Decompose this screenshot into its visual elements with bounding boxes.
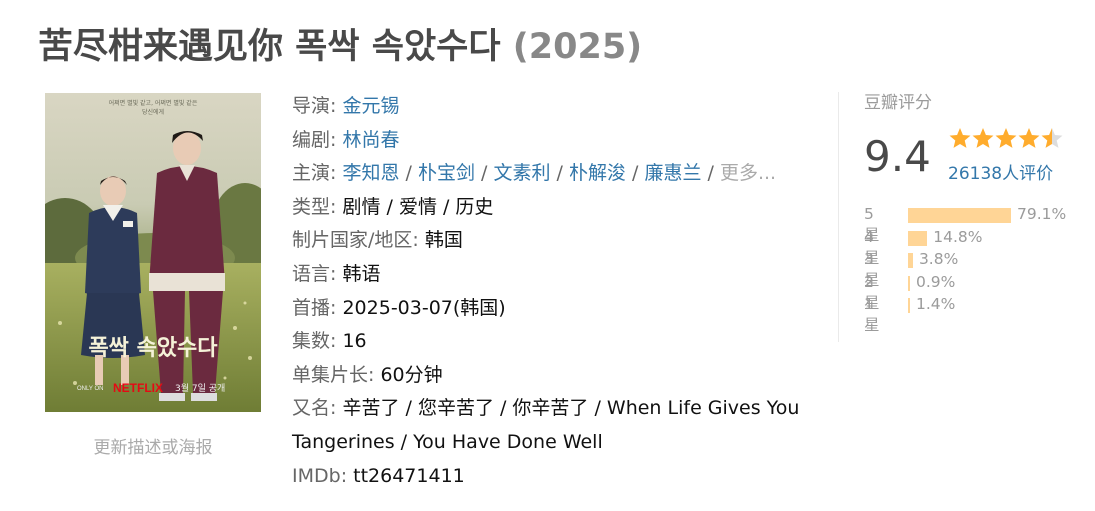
episodes-value: 16 — [342, 330, 367, 353]
rating-star-4 — [1018, 128, 1040, 148]
rating-panel: 豆瓣评分 9.4 26138人评价 5星 79.1% 4星 14.8% 3星 3.8% 2星… — [864, 88, 1079, 334]
rating-star-5 — [1041, 128, 1063, 148]
rating-bar — [908, 298, 910, 313]
cast-more-link[interactable]: 更多... — [720, 162, 776, 184]
country-value: 韩国 — [424, 229, 463, 252]
rating-bar-percent: 79.1% — [1017, 205, 1067, 223]
poster-netflix-logo: NETFLIX — [113, 381, 163, 395]
aka-row: 又名: 辛苦了 / 您辛苦了 / 你辛苦了 / When Life Gives … — [292, 397, 800, 453]
director-link[interactable]: 金元锡 — [342, 95, 399, 117]
episodes-label: 集数 — [292, 330, 331, 353]
episodes-row: 集数: 16 — [292, 330, 367, 353]
rating-bar — [908, 275, 910, 291]
rating-bar-label: 1星 — [864, 295, 880, 334]
imdb-value: tt26471411 — [353, 464, 465, 487]
rating-votes-link[interactable]: 26138人评价 — [948, 159, 1053, 184]
update-description-link[interactable]: 更新描述或海报 — [45, 433, 261, 458]
director-label: 导演 — [292, 95, 331, 117]
poster-korean-title: 폭싹 속았수다 — [88, 335, 218, 361]
premiere-row: 首播: 2025-03-07(韩国) — [292, 296, 506, 319]
rating-bar-percent: 3.8% — [918, 250, 959, 268]
rating-stars-icon — [948, 126, 1068, 156]
country-row: 制片国家/地区: 韩国 — [292, 229, 463, 252]
premiere-value: 2025-03-07(韩国) — [342, 296, 506, 319]
cast-link-1[interactable]: 李知恩 — [342, 162, 399, 184]
imdb-row: IMDb: tt26471411 — [292, 464, 465, 487]
runtime-row: 单集片长: 60分钟 — [292, 363, 443, 386]
director-row: 导演: 金元锡 — [292, 95, 400, 117]
rating-bar-percent: 0.9% — [916, 272, 956, 291]
genre-label: 类型 — [292, 195, 331, 218]
poster-tagline-2: 당신에게 — [142, 108, 164, 116]
language-value: 韩语 — [342, 262, 381, 285]
rating-bar-percent: 1.4% — [916, 295, 956, 313]
aka-label: 又名 — [292, 397, 331, 420]
rating-label: 豆瓣评分 — [864, 93, 932, 113]
runtime-value: 60分钟 — [380, 363, 443, 386]
cast-link-5[interactable]: 廉惠兰 — [644, 162, 701, 184]
writer-label: 编剧 — [292, 128, 331, 151]
writer-link[interactable]: 林尚春 — [342, 129, 399, 151]
country-label: 制片国家/地区 — [292, 229, 413, 252]
title-name: 苦尽柑来遇见你 폭싹 속았수다 — [38, 27, 501, 67]
cast-label: 主演 — [292, 162, 331, 185]
imdb-label: IMDb — [292, 464, 341, 487]
writer-row: 编剧: 林尚春 — [292, 128, 400, 151]
rating-score: 9.4 — [864, 132, 931, 181]
rating-bar — [908, 208, 1011, 223]
rating-bar-percent: 14.8% — [933, 227, 983, 246]
cast-row: 主演: 李知恩 / 朴宝剑 / 文素利 / 朴解浚 / 廉惠兰 / 更多... — [292, 162, 777, 185]
language-row: 语言: 韩语 — [292, 262, 381, 285]
premiere-label: 首播 — [292, 296, 331, 319]
cast-link-2[interactable]: 朴宝剑 — [418, 162, 475, 184]
language-label: 语言 — [292, 262, 331, 285]
info-block: 导演: 金元锡 编剧: 林尚春 主演: 李知恩 / 朴宝剑 / 文素利 / 朴解… — [292, 90, 832, 493]
cast-link-3[interactable]: 文素利 — [493, 162, 550, 184]
aka-value: 辛苦了 / 您辛苦了 / 你辛苦了 / When Life Gives You … — [292, 397, 800, 453]
page-title: 苦尽柑来遇见你 폭싹 속았수다 (2025) — [38, 18, 642, 69]
poster-only-on: ONLY ON — [77, 386, 103, 392]
cast-link-4[interactable]: 朴解浚 — [569, 162, 626, 184]
rating-bar — [908, 230, 928, 246]
runtime-label: 单集片长 — [292, 363, 369, 386]
title-year: (2025) — [512, 27, 643, 67]
rating-star-2 — [972, 128, 994, 148]
rating-bar — [908, 253, 913, 268]
poster-tagline-1: 어쩌면 별빛 같고, 어쩌면 별빛 같은 — [109, 99, 198, 107]
rating-star-1 — [949, 128, 971, 148]
genre-value: 剧情 / 爱情 / 历史 — [342, 195, 494, 218]
poster-release: 3월 7일 공개 — [175, 382, 225, 394]
poster-image[interactable]: 어쩌면 별빛 같고, 어쩌면 별빛 같은 당신에게 폭싹 속았수다 ONLY O… — [45, 93, 261, 412]
vertical-divider — [838, 92, 839, 342]
rating-star-3 — [995, 128, 1017, 148]
genre-row: 类型: 剧情 / 爱情 / 历史 — [292, 195, 494, 218]
